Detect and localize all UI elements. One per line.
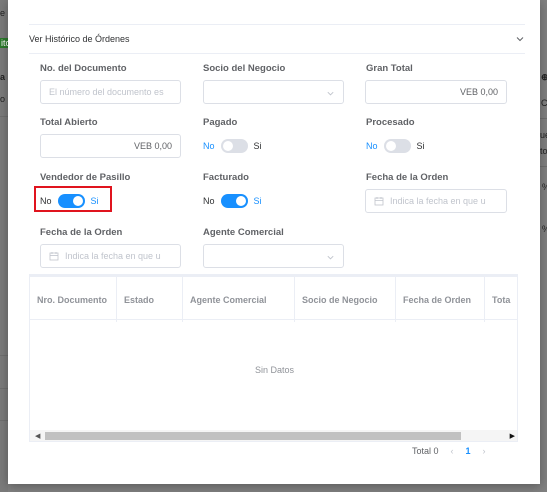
aisle-seller-switch[interactable]: No Si xyxy=(40,194,99,208)
horizontal-scrollbar[interactable]: ◀ ▶ xyxy=(30,430,517,441)
next-page-icon[interactable]: › xyxy=(483,446,486,456)
order-date-to-placeholder: Indica la fecha en que u xyxy=(65,251,161,261)
background-divider xyxy=(540,118,547,119)
column-header[interactable]: Tota xyxy=(485,277,517,322)
page-number[interactable]: 1 xyxy=(466,446,471,456)
background-text: ue xyxy=(540,130,547,140)
order-date-from-label: Fecha de la Orden xyxy=(366,172,449,183)
calendar-icon xyxy=(49,252,59,261)
table-empty-text: Sin Datos xyxy=(254,365,295,375)
invoiced-on-label: Si xyxy=(253,196,262,206)
column-header[interactable]: Estado xyxy=(117,277,183,322)
column-header[interactable]: Fecha de Orden xyxy=(396,277,485,322)
invoiced-toggle[interactable] xyxy=(220,194,248,208)
background-text: % xyxy=(542,182,547,192)
background-text: e xyxy=(0,8,6,18)
paid-on-label: Si xyxy=(253,141,262,151)
processed-switch[interactable]: No Si xyxy=(366,139,425,153)
chevron-down-icon[interactable] xyxy=(515,34,525,44)
background-text: ⊕ xyxy=(541,72,547,82)
column-header[interactable]: Nro. Documento xyxy=(30,277,117,322)
background-text: a xyxy=(0,72,6,82)
processed-off-label: No xyxy=(366,141,378,151)
processed-toggle[interactable] xyxy=(383,139,411,153)
collapse-title: Ver Histórico de Órdenes xyxy=(29,34,130,44)
paid-label: Pagado xyxy=(203,117,238,128)
scrollbar-thumb[interactable] xyxy=(45,432,461,440)
chevron-down-icon xyxy=(327,91,334,96)
order-date-from-placeholder: Indica la fecha en que u xyxy=(390,196,486,206)
aisle-seller-toggle[interactable] xyxy=(57,194,85,208)
doc-number-placeholder: El número del documento es xyxy=(49,87,164,97)
aisle-seller-label: Vendedor de Pasillo xyxy=(40,172,131,183)
invoiced-off-label: No xyxy=(203,196,215,206)
grand-total-value: VEB 0,00 xyxy=(459,87,498,97)
doc-number-input[interactable]: El número del documento es xyxy=(40,80,181,104)
invoiced-label: Facturado xyxy=(203,172,249,183)
background-text: o xyxy=(0,94,6,104)
aisle-seller-off-label: No xyxy=(40,196,52,206)
orders-table: Nro. Documento Estado Agente Comercial S… xyxy=(29,274,518,442)
background-divider xyxy=(0,388,8,389)
order-date-from-input[interactable]: Indica la fecha en que u xyxy=(365,189,507,213)
business-partner-label: Socio del Negocio xyxy=(203,63,286,74)
processed-label: Procesado xyxy=(366,117,415,128)
grand-total-label: Gran Total xyxy=(366,63,413,74)
business-partner-select[interactable] xyxy=(203,80,344,104)
table-header: Nro. Documento Estado Agente Comercial S… xyxy=(30,275,517,322)
order-date-to-label: Fecha de la Orden xyxy=(40,227,123,238)
collapse-header[interactable]: Ver Histórico de Órdenes xyxy=(29,24,525,54)
chevron-down-icon xyxy=(327,255,334,260)
paid-off-label: No xyxy=(203,141,215,151)
calendar-icon xyxy=(374,197,384,206)
pagination: Total 0 ‹ 1 › xyxy=(412,446,486,456)
column-header[interactable]: Socio de Negocio xyxy=(295,277,396,322)
scroll-right-icon[interactable]: ▶ xyxy=(510,432,515,440)
invoiced-switch[interactable]: No Si xyxy=(203,194,262,208)
processed-on-label: Si xyxy=(416,141,425,151)
paid-toggle[interactable] xyxy=(220,139,248,153)
sales-agent-label: Agente Comercial xyxy=(203,227,284,238)
background-divider xyxy=(540,166,547,167)
grand-total-input[interactable]: VEB 0,00 xyxy=(365,80,507,104)
open-total-label: Total Abierto xyxy=(40,117,98,128)
order-date-to-input[interactable]: Indica la fecha en que u xyxy=(40,244,181,268)
background-divider xyxy=(0,355,8,356)
open-total-value: VEB 0,00 xyxy=(133,141,172,151)
background-text: to xyxy=(540,146,547,156)
pagination-total: Total 0 xyxy=(412,446,439,456)
sales-agent-select[interactable] xyxy=(203,244,344,268)
background-divider xyxy=(0,116,8,117)
background-text: C xyxy=(541,98,547,108)
order-history-dialog: Ver Histórico de Órdenes No. del Documen… xyxy=(8,0,540,484)
scroll-left-icon[interactable]: ◀ xyxy=(35,432,40,440)
column-header[interactable]: Agente Comercial xyxy=(183,277,295,322)
background-text: % xyxy=(542,224,547,234)
aisle-seller-on-label: Si xyxy=(90,196,99,206)
background-divider xyxy=(0,420,8,421)
prev-page-icon[interactable]: ‹ xyxy=(451,446,454,456)
paid-switch[interactable]: No Si xyxy=(203,139,262,153)
doc-number-label: No. del Documento xyxy=(40,63,127,74)
open-total-input[interactable]: VEB 0,00 xyxy=(40,134,181,158)
